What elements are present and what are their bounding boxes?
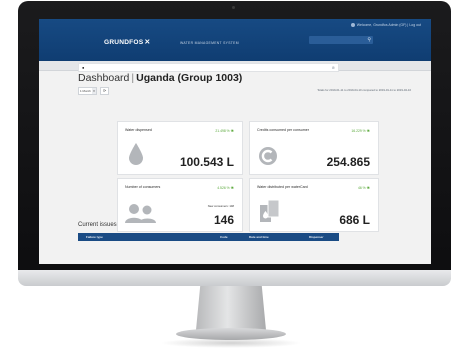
logo-text: GRUNDFOS	[104, 39, 144, 46]
current-issues-title: Current issues	[78, 222, 117, 228]
group-filter-bar[interactable]: ● ⊗	[78, 63, 339, 72]
card-label: Water dispensed	[125, 128, 152, 132]
issues-table-header: Failure type Code Date and time Dispense…	[78, 233, 339, 241]
new-consumers-text: New consumers: 148	[207, 204, 234, 208]
card-value: 146	[213, 213, 234, 227]
water-drop-icon	[129, 143, 143, 165]
top-header: Welcome, Grundfos Admin (GF) | Log out G…	[39, 19, 431, 61]
period-select-value: 1 Month	[80, 89, 91, 93]
page-title: Dashboard | Uganda (Group 1003)	[78, 72, 242, 84]
camera-icon	[232, 6, 235, 9]
card-percentage: 4.526 % ❀	[217, 185, 234, 190]
user-info-text: Welcome, Grundfos Admin (GF) | Log out	[356, 23, 421, 27]
watercards-icon	[260, 199, 280, 222]
card-credits-consumed: Credits consumed per consumer 16.229 % ❀…	[249, 121, 379, 175]
period-select[interactable]: 1 Month ▾	[78, 87, 97, 95]
column-code[interactable]: Code	[220, 233, 228, 241]
card-pct-value: 4.526 %	[217, 186, 230, 190]
monitor-stand-base	[176, 328, 286, 340]
clear-filter-icon[interactable]: ⊗	[332, 64, 335, 71]
card-label: Credits consumed per consumer	[257, 128, 309, 132]
card-pct-value: 21.498 %	[215, 129, 230, 133]
column-dispenser[interactable]: Dispenser	[309, 233, 324, 241]
page-title-prefix: Dashboard	[78, 72, 130, 84]
card-value: 100.543 L	[179, 155, 234, 169]
brand-logo[interactable]: GRUNDFOS✕	[104, 38, 150, 46]
column-date-and-time[interactable]: Date and time	[249, 233, 269, 241]
title-separator: |	[131, 72, 135, 84]
card-value: 686 L	[339, 213, 370, 227]
card-water-dispensed: Water dispensed 21.498 % ❀ 100.543 L	[117, 121, 243, 175]
refresh-button[interactable]: ⟳	[100, 87, 109, 95]
leaf-icon: ❀	[230, 185, 234, 190]
card-label: Water distributed per waterCard	[257, 185, 308, 189]
monitor-stand-neck	[196, 286, 266, 330]
card-value: 254.865	[326, 155, 370, 169]
monitor-chin	[18, 270, 451, 286]
search-input[interactable]: ⚲	[309, 36, 373, 44]
refresh-icon: ⟳	[102, 88, 107, 93]
column-failure-type[interactable]: Failure type	[86, 233, 103, 241]
card-number-of-consumers: Number of consumers 4.526 % ❀ New consum…	[117, 178, 243, 232]
card-water-per-watercard: Water distributed per waterCard 46 % ❀ 6…	[249, 178, 379, 232]
credits-coin-icon	[259, 147, 277, 165]
date-range-text: Totals for 2019-01-11 to 2019-04-10 comp…	[317, 88, 411, 92]
user-info[interactable]: Welcome, Grundfos Admin (GF) | Log out	[350, 23, 421, 28]
page-title-group: Uganda (Group 1003)	[136, 72, 243, 84]
user-icon	[350, 23, 355, 28]
consumers-icon	[125, 204, 156, 223]
card-label: Number of consumers	[125, 185, 161, 189]
filter-dot-icon: ●	[82, 65, 85, 70]
leaf-icon: ❀	[366, 185, 370, 190]
search-icon[interactable]: ⚲	[367, 37, 371, 43]
leaf-icon: ❀	[230, 128, 234, 133]
card-percentage: 21.498 % ❀	[215, 128, 234, 133]
card-percentage: 46 % ❀	[358, 185, 370, 190]
card-pct-value: 46 %	[357, 186, 366, 190]
chevron-down-icon: ▾	[92, 88, 96, 94]
card-percentage: 16.229 % ❀	[351, 128, 370, 133]
leaf-icon: ❀	[366, 128, 370, 133]
logo-mark-icon: ✕	[144, 39, 151, 46]
card-pct-value: 16.229 %	[351, 129, 366, 133]
app-subtitle: WATER MANAGEMENT SYSTEM	[180, 41, 239, 45]
